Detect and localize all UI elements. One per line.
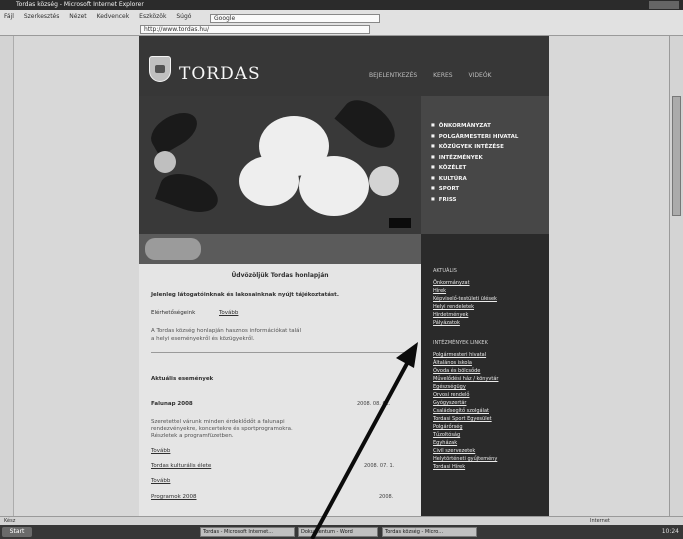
intro-text: Jelenleg látogatóinknak és lakosainknak …: [151, 292, 339, 298]
sidebar: AKTUÁLIS Önkormányzat Hírek Képviselő-te…: [421, 234, 549, 516]
news-item-title[interactable]: Tordas kulturális élete: [151, 463, 211, 469]
taskbar-button[interactable]: Tordas - Microsoft Internet...: [200, 527, 295, 537]
menu-tools[interactable]: Eszközök: [139, 13, 166, 20]
leaf-shape: [334, 96, 404, 158]
sidebar-link[interactable]: Önkormányzat: [433, 280, 470, 286]
sidebar-link[interactable]: Civil szervezetek: [433, 448, 475, 454]
menu-item[interactable]: KULTÚRA: [431, 173, 518, 184]
sidebar-link[interactable]: Polgárőrség: [433, 424, 463, 430]
google-search-input[interactable]: Google: [210, 14, 380, 23]
start-button[interactable]: Start: [2, 527, 32, 537]
taskbar-button[interactable]: Dokumentum - Word: [298, 527, 378, 537]
site-container: TORDAS BEJELENTKEZÉS KERES VIDEÓK ÖNKORM…: [139, 36, 549, 516]
site-brand[interactable]: TORDAS: [179, 64, 261, 84]
taskbar-button[interactable]: Tordas község - Micro...: [382, 527, 477, 537]
news-item-title[interactable]: Falunap 2008: [151, 401, 193, 407]
main-content: Üdvözöljük Tordas honlapján Jelenleg lát…: [139, 264, 421, 516]
taskbar: Start Tordas - Microsoft Internet... Dok…: [0, 525, 683, 539]
hero-tag: [389, 218, 411, 228]
window-controls[interactable]: [649, 1, 679, 9]
blossom-shape: [239, 156, 299, 206]
sidebar-link[interactable]: Polgármesteri hivatal: [433, 352, 486, 358]
sidebar-link[interactable]: Pályázatok: [433, 320, 460, 326]
menu-item[interactable]: ÖNKORMÁNYZAT: [431, 120, 518, 131]
leaf-shape: [154, 166, 224, 220]
vertical-scrollbar[interactable]: [669, 36, 683, 516]
news-item-date: 2008. 07. 1.: [364, 463, 395, 469]
news-item-text: Részletek a programfüzetben.: [151, 433, 234, 439]
menu-edit[interactable]: Szerkesztés: [24, 13, 60, 20]
address-text: http://www.tordas.hu/: [144, 26, 209, 33]
divider: [151, 352, 409, 353]
window-title-bar: Tordas község - Microsoft Internet Explo…: [0, 0, 683, 10]
hero-image: [139, 96, 421, 234]
web-page: TORDAS BEJELENTKEZÉS KERES VIDEÓK ÖNKORM…: [14, 36, 669, 516]
sidebar-link[interactable]: Óvoda és bölcsőde: [433, 368, 480, 374]
menu-item[interactable]: SPORT: [431, 183, 518, 194]
village-badge-icon: [145, 238, 201, 260]
menu-file[interactable]: Fájl: [4, 13, 14, 20]
sidebar-link[interactable]: Képviselő-testületi ülések: [433, 296, 497, 302]
leaf-shape: [144, 105, 204, 157]
topnav-item[interactable]: BEJELENTKEZÉS: [369, 72, 417, 79]
news-heading: Aktuális események: [151, 376, 214, 382]
menu-item[interactable]: POLGÁRMESTERI HIVATAL: [431, 131, 519, 142]
sidebar-link[interactable]: Helyi rendeletek: [433, 304, 474, 310]
window-title: Tordas község - Microsoft Internet Explo…: [16, 1, 144, 8]
sidebar-link[interactable]: Hirdetmények: [433, 312, 468, 318]
news-item-title[interactable]: Programok 2008: [151, 494, 197, 500]
sidebar-link[interactable]: Általános iskola: [433, 360, 472, 366]
sidebar-link[interactable]: Tordasi Hírek: [433, 464, 465, 470]
topnav-item[interactable]: VIDEÓK: [469, 72, 492, 79]
sidebar-link[interactable]: Művelődési ház / könyvtár: [433, 376, 498, 382]
description-line: a helyi eseményekről és közügyekről.: [151, 336, 255, 342]
news-item-date: 2008. 08. 02.: [357, 401, 391, 407]
read-more-link[interactable]: Tovább: [151, 448, 170, 454]
sidebar-link[interactable]: Tűzoltóság: [433, 432, 460, 438]
news-item-text: Szeretettel várunk minden érdeklődőt a f…: [151, 419, 285, 425]
main-menu: ÖNKORMÁNYZAT POLGÁRMESTERI HIVATAL KÖZÜG…: [421, 96, 549, 234]
sidebar-link[interactable]: Helytörténeti gyűjtemény: [433, 456, 497, 462]
news-item-date: 2008.: [379, 494, 394, 500]
topnav-item[interactable]: KERES: [433, 72, 453, 79]
menu-item[interactable]: KÖZÜGYEK INTÉZÉSE: [431, 141, 518, 152]
blossom-shape: [369, 166, 399, 196]
sidebar-heading: AKTUÁLIS: [433, 268, 457, 274]
menu-favorites[interactable]: Kedvencek: [97, 13, 130, 20]
menu-item[interactable]: KÖZÉLET: [431, 162, 518, 173]
contact-label: Elérhetőségeink: [151, 310, 196, 316]
search-label: Google: [214, 15, 236, 22]
menu-item[interactable]: FRISS: [431, 194, 518, 205]
sidebar-link[interactable]: Orvosi rendelő: [433, 392, 469, 398]
left-frame: [0, 36, 14, 516]
taskbar-clock: 10:24: [661, 528, 679, 535]
status-text: Kész: [4, 518, 16, 524]
sidebar-link[interactable]: Egyházak: [433, 440, 457, 446]
status-bar: Kész Internet: [0, 516, 683, 525]
blossom-shape: [154, 151, 176, 173]
coat-of-arms-icon[interactable]: [149, 56, 171, 82]
scrollbar-thumb[interactable]: [672, 96, 681, 216]
welcome-heading: Üdvözöljük Tordas honlapján: [231, 272, 329, 279]
menu-bar: Fájl Szerkesztés Nézet Kedvencek Eszközö…: [4, 11, 199, 23]
top-nav: BEJELENTKEZÉS KERES VIDEÓK: [369, 72, 506, 79]
site-header: TORDAS BEJELENTKEZÉS KERES VIDEÓK: [139, 36, 549, 96]
blossom-shape: [299, 156, 369, 216]
description-line: A Tordas község honlapján hasznos inform…: [151, 328, 302, 334]
sidebar-link[interactable]: Egészségügy: [433, 384, 466, 390]
sidebar-link[interactable]: Tordasi Sport Egyesület: [433, 416, 492, 422]
read-more-link[interactable]: Tovább: [151, 478, 170, 484]
menu-view[interactable]: Nézet: [69, 13, 86, 20]
address-bar[interactable]: http://www.tordas.hu/: [140, 25, 370, 34]
sidebar-link[interactable]: Hírek: [433, 288, 446, 294]
menu-item[interactable]: INTÉZMÉNYEK: [431, 152, 518, 163]
decorative-band: [139, 234, 421, 264]
contact-link[interactable]: Tovább: [219, 310, 238, 316]
security-zone: Internet: [590, 518, 610, 524]
sidebar-heading: INTÉZMÉNYEK LINKEK: [433, 340, 488, 346]
sidebar-link[interactable]: Gyógyszertár: [433, 400, 466, 406]
sidebar-link[interactable]: Családsegítő szolgálat: [433, 408, 489, 414]
news-item-text: rendezvényekre, koncertekre és sportprog…: [151, 426, 293, 432]
menu-help[interactable]: Súgó: [176, 13, 191, 20]
